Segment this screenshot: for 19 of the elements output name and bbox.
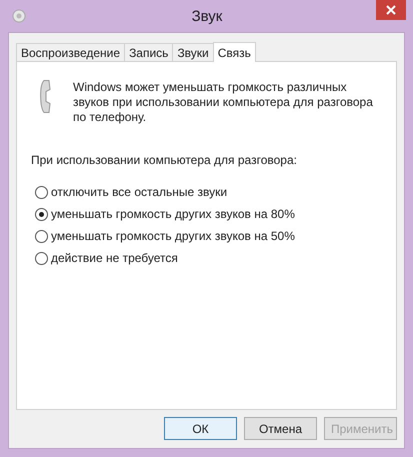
option-label[interactable]: уменьшать громкость других звуков на 80% bbox=[51, 207, 295, 221]
tab[interactable]: Воспроизведение bbox=[16, 43, 126, 61]
dialog-button[interactable]: Отмена bbox=[244, 417, 317, 440]
close-button[interactable] bbox=[376, 0, 406, 20]
radio-button[interactable] bbox=[35, 230, 48, 242]
phone-handset-icon bbox=[39, 80, 51, 113]
radio-button[interactable] bbox=[35, 252, 48, 264]
tab[interactable]: Связь bbox=[212, 42, 256, 62]
radio-button[interactable] bbox=[35, 186, 48, 198]
window-title: Звук bbox=[190, 8, 224, 24]
close-icon bbox=[386, 5, 396, 15]
group-label: При использовании компьютера для разговора: bbox=[31, 153, 298, 167]
radio-button[interactable] bbox=[35, 208, 48, 220]
option-label[interactable]: отключить все остальные звуки bbox=[51, 185, 228, 199]
dialog-button[interactable]: ОК bbox=[164, 417, 237, 440]
option-label[interactable]: уменьшать громкость других звуков на 50% bbox=[51, 229, 295, 243]
description-text: Windows может уменьшать громкость различных звуков при использовании компьютера для разговора по телефону. bbox=[73, 80, 374, 125]
option-label[interactable]: действие не требуется bbox=[51, 251, 178, 265]
tab[interactable]: Звуки bbox=[172, 43, 214, 61]
